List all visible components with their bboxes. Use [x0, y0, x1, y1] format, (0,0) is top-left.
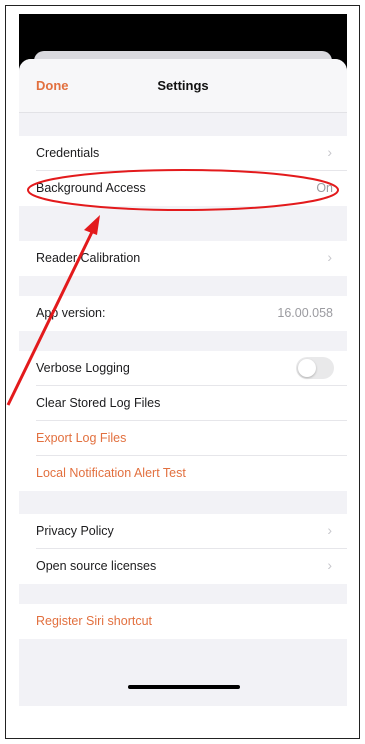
- privacy-policy-label: Privacy Policy: [36, 524, 114, 538]
- siri-shortcut-row[interactable]: Register Siri shortcut: [19, 604, 347, 639]
- page-title: Settings: [157, 78, 209, 93]
- privacy-policy-row[interactable]: Privacy Policy ›: [19, 514, 347, 549]
- open-source-label: Open source licenses: [36, 559, 157, 573]
- verbose-logging-row: Verbose Logging: [19, 351, 347, 386]
- chevron-right-icon: ›: [327, 557, 332, 573]
- credentials-row[interactable]: Credentials ›: [19, 136, 347, 171]
- phone-bottom-area: [19, 706, 347, 734]
- verbose-logging-toggle[interactable]: [296, 357, 334, 379]
- verbose-logging-label: Verbose Logging: [36, 361, 130, 375]
- open-source-row[interactable]: Open source licenses ›: [19, 549, 347, 584]
- nav-bar: Done Settings: [19, 59, 347, 113]
- export-logs-row[interactable]: Export Log Files: [19, 421, 347, 456]
- local-notification-test-row[interactable]: Local Notification Alert Test: [19, 456, 347, 491]
- background-access-value: On: [316, 181, 333, 195]
- reader-calibration-label: Reader Calibration: [36, 251, 141, 265]
- app-version-label: App version:: [36, 306, 106, 320]
- clear-logs-label: Clear Stored Log Files: [36, 396, 161, 410]
- app-version-row: App version: 16.00.058: [19, 296, 347, 331]
- phone-screen: Done Settings Credentials › Background A…: [19, 14, 347, 706]
- chevron-right-icon: ›: [327, 144, 332, 160]
- export-logs-label: Export Log Files: [36, 431, 127, 445]
- background-access-row[interactable]: Background Access On: [19, 171, 347, 206]
- local-notification-test-label: Local Notification Alert Test: [36, 466, 186, 480]
- settings-sheet: Done Settings Credentials › Background A…: [19, 59, 347, 706]
- toggle-knob: [298, 359, 316, 377]
- app-version-value: 16.00.058: [277, 306, 333, 320]
- chevron-right-icon: ›: [327, 522, 332, 538]
- chevron-right-icon: ›: [327, 249, 332, 265]
- clear-logs-row[interactable]: Clear Stored Log Files: [19, 386, 347, 421]
- background-access-label: Background Access: [36, 181, 146, 195]
- siri-shortcut-label: Register Siri shortcut: [36, 614, 153, 628]
- credentials-label: Credentials: [36, 146, 100, 160]
- reader-calibration-row[interactable]: Reader Calibration ›: [19, 241, 347, 276]
- home-indicator: [128, 685, 240, 689]
